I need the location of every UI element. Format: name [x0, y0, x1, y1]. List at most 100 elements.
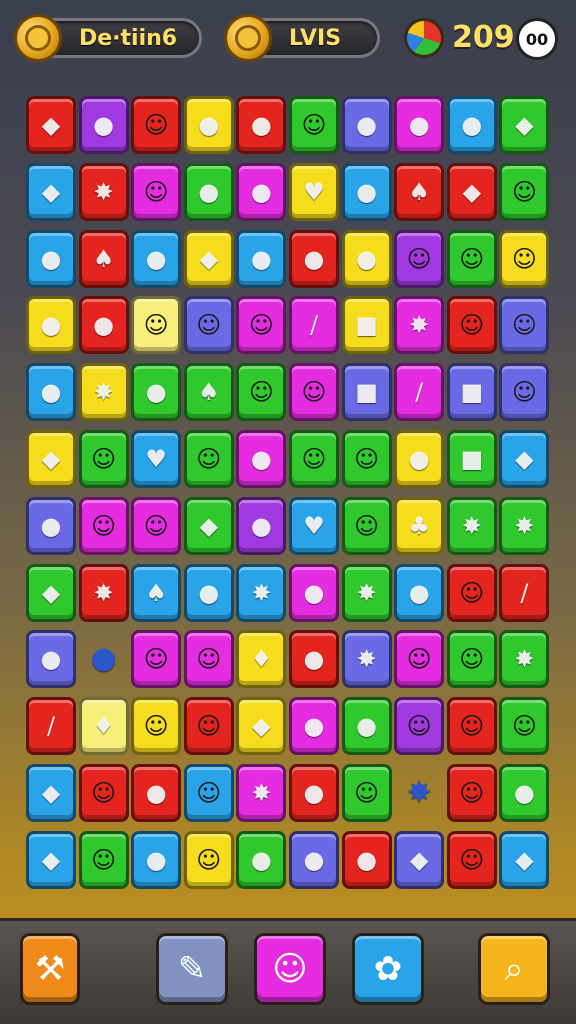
- tile-r11-c10[interactable]: ●: [499, 764, 550, 822]
- tile-r4-c6[interactable]: /: [289, 296, 339, 355]
- tile-r11-c8[interactable]: ✸: [394, 764, 444, 822]
- tile-r1-c8[interactable]: ●: [394, 96, 445, 154]
- tile-r5-c10[interactable]: ☺: [499, 363, 550, 422]
- tile-r5-c8[interactable]: /: [394, 363, 445, 422]
- tile-r6-c9[interactable]: ■: [446, 430, 497, 488]
- tile-r10-c6[interactable]: ●: [289, 697, 339, 756]
- tile-r3-c5[interactable]: ●: [236, 229, 287, 288]
- tile-r10-c8[interactable]: ☺: [394, 697, 445, 756]
- tile-r8-c10[interactable]: /: [499, 563, 550, 622]
- tile-r7-c6[interactable]: ♥: [289, 496, 339, 555]
- tile-r4-c1[interactable]: ●: [26, 296, 76, 355]
- tile-r8-c4[interactable]: ●: [183, 563, 234, 622]
- tile-r6-c7[interactable]: ☺: [341, 430, 392, 488]
- tile-r10-c1[interactable]: /: [26, 697, 76, 756]
- tile-r11-c2[interactable]: ☺: [78, 764, 129, 822]
- tile-r12-c5[interactable]: ●: [236, 830, 287, 889]
- tile-r5-c6[interactable]: ☺: [289, 363, 339, 422]
- tile-r10-c10[interactable]: ☺: [499, 697, 550, 756]
- tile-r2-c3[interactable]: ☺: [131, 162, 182, 221]
- tile-r5-c3[interactable]: ●: [131, 363, 182, 422]
- tile-r1-c9[interactable]: ●: [446, 96, 497, 154]
- tile-r5-c5[interactable]: ☺: [236, 363, 287, 422]
- tile-r12-c3[interactable]: ●: [131, 830, 182, 889]
- tile-r12-c2[interactable]: ☺: [78, 830, 129, 889]
- search-tool-button[interactable]: ⌕: [478, 933, 550, 1005]
- smiley-tool-button[interactable]: ☺: [254, 933, 326, 1005]
- tile-r8-c6[interactable]: ●: [289, 563, 339, 622]
- tile-r11-c5[interactable]: ✸: [236, 764, 287, 822]
- tile-r3-c3[interactable]: ●: [131, 229, 182, 288]
- tile-r4-c7[interactable]: ■: [341, 296, 392, 355]
- tile-r3-c9[interactable]: ☺: [446, 229, 497, 288]
- tile-r9-c4[interactable]: ☺: [183, 630, 234, 689]
- tile-r4-c5[interactable]: ☺: [236, 296, 287, 355]
- tile-r4-c2[interactable]: ●: [78, 296, 129, 355]
- tile-r3-c6[interactable]: ●: [289, 229, 339, 288]
- tile-r10-c2[interactable]: ♦: [78, 697, 129, 756]
- tile-r10-c3[interactable]: ☺: [131, 697, 182, 756]
- tile-r10-c4[interactable]: ☺: [183, 697, 234, 756]
- tile-r2-c10[interactable]: ☺: [499, 162, 550, 221]
- tile-r2-c5[interactable]: ●: [236, 162, 287, 221]
- tile-r3-c1[interactable]: ●: [26, 229, 76, 288]
- tile-r8-c9[interactable]: ☺: [446, 563, 497, 622]
- tile-r5-c1[interactable]: ●: [26, 363, 76, 422]
- tile-r8-c1[interactable]: ◆: [26, 563, 76, 622]
- pencil-tool-button[interactable]: ✎: [156, 933, 228, 1005]
- tile-r7-c5[interactable]: ●: [236, 496, 287, 555]
- tile-r10-c7[interactable]: ●: [341, 697, 392, 756]
- tile-r1-c3[interactable]: ☺: [131, 96, 182, 154]
- tile-r3-c2[interactable]: ♠: [78, 229, 129, 288]
- tile-r2-c4[interactable]: ●: [183, 162, 234, 221]
- tile-r12-c6[interactable]: ●: [289, 830, 339, 889]
- tile-r12-c7[interactable]: ●: [341, 830, 392, 889]
- tile-r4-c4[interactable]: ☺: [183, 296, 234, 355]
- tile-r5-c4[interactable]: ♠: [183, 363, 234, 422]
- tile-r6-c2[interactable]: ☺: [78, 430, 129, 488]
- tile-r2-c6[interactable]: ♥: [289, 162, 339, 221]
- tile-r1-c4[interactable]: ●: [183, 96, 234, 154]
- tile-r8-c7[interactable]: ✸: [341, 563, 392, 622]
- hammer-tool-button[interactable]: ⚒: [20, 933, 80, 1005]
- tile-r1-c7[interactable]: ●: [341, 96, 392, 154]
- tile-r6-c10[interactable]: ◆: [499, 430, 550, 488]
- tile-r1-c5[interactable]: ●: [236, 96, 287, 154]
- tile-r4-c3[interactable]: ☺: [131, 296, 182, 355]
- tile-r9-c2[interactable]: ●: [79, 630, 129, 688]
- tile-r12-c10[interactable]: ◆: [499, 830, 550, 889]
- tile-r7-c3[interactable]: ☺: [131, 496, 182, 555]
- cog-face-tool-button[interactable]: ✿: [352, 933, 424, 1005]
- tile-r11-c3[interactable]: ●: [131, 764, 182, 822]
- tile-r9-c3[interactable]: ☺: [131, 630, 182, 689]
- tile-r10-c5[interactable]: ◆: [236, 697, 287, 756]
- tile-r6-c6[interactable]: ☺: [289, 430, 339, 488]
- tile-r12-c4[interactable]: ☺: [183, 830, 234, 889]
- tile-r2-c2[interactable]: ✸: [78, 162, 129, 221]
- tile-r4-c9[interactable]: ☺: [446, 296, 497, 355]
- tile-r8-c5[interactable]: ✸: [236, 563, 287, 622]
- tile-r5-c9[interactable]: ■: [446, 363, 497, 422]
- tile-r10-c9[interactable]: ☺: [446, 697, 497, 756]
- tile-r1-c10[interactable]: ◆: [499, 96, 550, 154]
- tile-r2-c9[interactable]: ◆: [446, 162, 497, 221]
- tile-r2-c7[interactable]: ●: [341, 162, 392, 221]
- tile-r9-c10[interactable]: ✸: [499, 630, 550, 689]
- tile-r3-c7[interactable]: ●: [341, 229, 392, 288]
- tile-r11-c4[interactable]: ☺: [183, 764, 234, 822]
- tile-r11-c7[interactable]: ☺: [341, 764, 392, 822]
- tile-r3-c4[interactable]: ◆: [183, 229, 234, 288]
- tile-r9-c9[interactable]: ☺: [446, 630, 497, 689]
- tile-r8-c3[interactable]: ♠: [131, 563, 182, 622]
- moves-badge[interactable]: 00: [516, 18, 558, 60]
- tile-r9-c6[interactable]: ●: [289, 630, 339, 689]
- tile-r9-c5[interactable]: ♦: [236, 630, 287, 689]
- tile-r1-c2[interactable]: ●: [78, 96, 129, 154]
- tile-r4-c8[interactable]: ✸: [394, 296, 445, 355]
- tile-r1-c1[interactable]: ◆: [26, 96, 76, 154]
- tile-r2-c8[interactable]: ♠: [394, 162, 445, 221]
- tile-r6-c4[interactable]: ☺: [183, 430, 234, 488]
- tile-r7-c7[interactable]: ☺: [341, 496, 392, 555]
- tile-r7-c4[interactable]: ◆: [183, 496, 234, 555]
- tile-r3-c10[interactable]: ☺: [499, 229, 550, 288]
